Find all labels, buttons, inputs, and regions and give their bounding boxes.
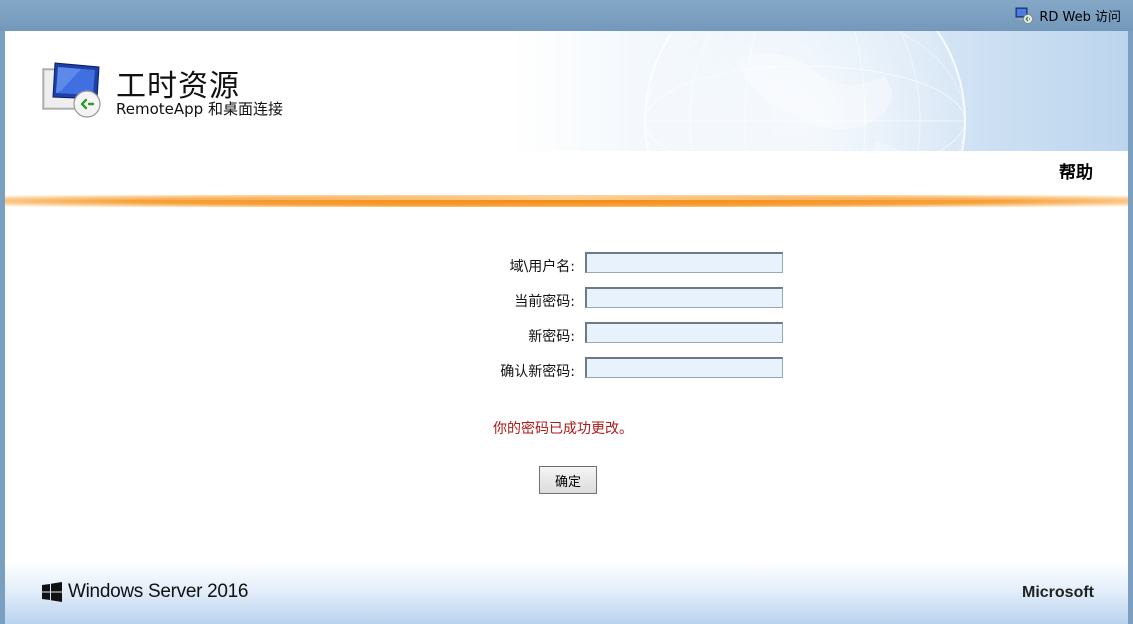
globe-watermark <box>644 31 966 151</box>
username-label: 域\用户名: <box>509 259 575 275</box>
confirm-password-input[interactable] <box>585 357 783 378</box>
new-password-label: 新密码: <box>528 329 575 345</box>
rd-web-access-link[interactable]: RD Web 访问 <box>1015 5 1121 25</box>
windows-server-label: Windows Server 2016 <box>68 581 249 602</box>
new-password-input[interactable] <box>585 322 783 343</box>
top-bar: RD Web 访问 <box>0 0 1133 31</box>
windows-logo-icon <box>42 582 62 602</box>
username-input[interactable] <box>585 252 783 273</box>
microsoft-logo: Microsoft <box>1022 584 1094 601</box>
ok-button[interactable]: 确定 <box>539 466 597 494</box>
status-message: 你的密码已成功更改。 <box>493 421 633 437</box>
orange-divider <box>5 195 1128 207</box>
footer: Windows Server 2016 Microsoft <box>5 561 1128 624</box>
form-row-new-password: 新密码: <box>5 322 1128 348</box>
remoteapp-icon <box>41 59 105 119</box>
current-password-input[interactable] <box>585 287 783 308</box>
form-row-confirm-password: 确认新密码: <box>5 357 1128 383</box>
help-link[interactable]: 帮助 <box>1059 158 1093 183</box>
rd-web-access-label: RD Web 访问 <box>1039 9 1121 25</box>
app-subtitle: RemoteApp 和桌面连接 <box>116 100 283 118</box>
rd-web-icon <box>1015 7 1034 24</box>
header-banner: 工时资源 RemoteApp 和桌面连接 <box>5 31 1128 151</box>
main-panel: 工时资源 RemoteApp 和桌面连接 帮助 域\用户名: 当前密码: 新密码… <box>5 31 1128 624</box>
form-row-username: 域\用户名: <box>5 252 1128 278</box>
confirm-password-label: 确认新密码: <box>500 364 575 380</box>
current-password-label: 当前密码: <box>514 294 575 310</box>
form-row-current-password: 当前密码: <box>5 287 1128 313</box>
